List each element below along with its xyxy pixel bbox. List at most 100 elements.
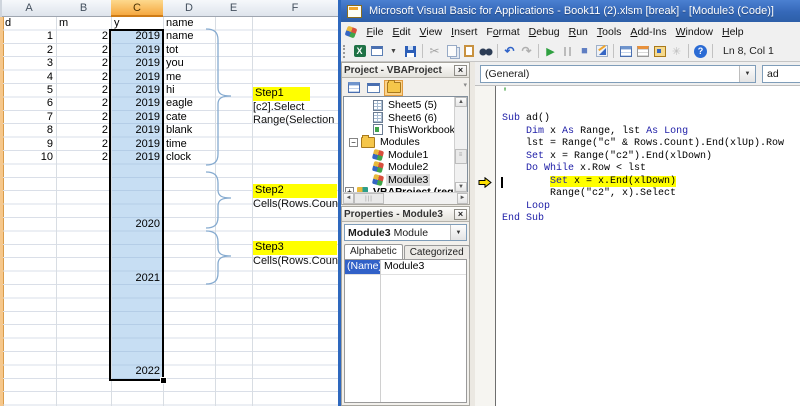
reset-icon[interactable]: ■ [577,43,593,59]
cell[interactable]: 2 [56,151,111,164]
panel-options-icon[interactable]: ▾ [463,81,467,89]
note-line[interactable]: Cells(Rows.Coun [253,198,338,211]
code-margin-indicator-bar[interactable] [475,86,496,406]
object-browser-icon[interactable] [652,43,668,59]
cell[interactable]: 2 [56,97,111,110]
column-header-b[interactable]: B [56,0,112,17]
cell[interactable]: m [56,17,111,30]
note-title[interactable]: Step1 [253,87,310,101]
cell[interactable]: 2 [56,84,111,97]
scroll-right-icon[interactable] [457,193,468,204]
design-mode-icon[interactable] [594,43,610,59]
column-header-c[interactable]: C [111,0,164,17]
tree-item-sheet5-5-[interactable]: Sheet5 (5) [373,99,439,111]
menu-file[interactable]: File [362,24,388,40]
cell[interactable]: 2 [56,111,111,124]
cell[interactable]: d [2,17,56,30]
cell[interactable]: 2 [56,124,111,137]
column-header-f[interactable]: F [252,0,339,17]
view-excel-icon[interactable]: X [352,43,368,59]
properties-object-combo[interactable]: Module3 Module [344,224,467,241]
tree-item-modules[interactable]: Modules [349,136,422,148]
cell[interactable]: 2 [2,44,56,57]
tree-item-sheet6-6-[interactable]: Sheet6 (6) [373,111,439,123]
procedure-dropdown[interactable]: ad [762,65,800,83]
view-object-button[interactable] [364,80,383,96]
tree-horizontal-scrollbar[interactable]: ||| [343,192,468,204]
property-value-cell[interactable]: Module3 [381,260,466,274]
note-title[interactable]: Step2 [253,184,337,198]
menu-insert[interactable]: Insert [447,24,482,40]
menu-run[interactable]: Run [564,24,592,40]
tree-item-module2[interactable]: Module2 [373,161,430,173]
undo-icon[interactable]: ↶ [502,43,518,59]
code-line[interactable]: Do While x.Row < lst [502,163,646,176]
tree-vertical-scrollbar[interactable]: ≡ [454,97,467,192]
cell[interactable]: 2 [56,44,111,57]
menu-format[interactable]: Format [482,24,524,40]
note-line[interactable]: Range(Selection [253,114,334,127]
grid-divider[interactable] [380,260,381,402]
menu-debug[interactable]: Debug [524,24,564,40]
cell[interactable]: 3 [2,57,56,70]
code-line[interactable]: lst = Range("c" & Rows.Count).End(xlUp).… [502,138,784,151]
cell[interactable]: 10 [2,151,56,164]
code-line[interactable]: End Sub [502,213,544,226]
view-code-button[interactable] [344,80,363,96]
menu-window[interactable]: Window [671,24,717,40]
toolbar-grip[interactable] [343,45,348,58]
scrollbar-thumb[interactable]: ≡ [455,149,467,164]
menu-help[interactable]: Help [717,24,748,40]
cell[interactable]: 6 [2,97,56,110]
cell[interactable]: 2 [56,30,111,43]
menu-edit[interactable]: Edit [388,24,415,40]
properties-window-icon[interactable] [635,43,651,59]
close-icon[interactable] [454,65,467,76]
code-line[interactable]: Sub ad() [502,113,550,126]
toggle-folders-button[interactable] [384,80,403,96]
scroll-down-icon[interactable] [455,182,467,192]
close-icon[interactable] [454,209,467,220]
userform-dropdown-icon[interactable]: ▼ [386,43,402,59]
tree-item-thisworkbook[interactable]: ThisWorkbook [373,124,457,136]
column-header-d[interactable]: D [163,0,216,17]
column-header-a[interactable]: A [2,0,57,17]
run-icon[interactable]: ▶ [543,43,559,59]
menu-tools[interactable]: Tools [592,24,626,40]
cell[interactable]: 7 [2,111,56,124]
tab-categorized[interactable]: Categorized [404,245,470,259]
code-line[interactable]: Loop [502,201,550,214]
insert-userform-icon[interactable] [369,43,385,59]
find-icon[interactable] [478,43,494,59]
excel-fill-handle[interactable] [160,377,167,384]
cell[interactable]: 9 [2,138,56,151]
minus-expander-icon[interactable] [349,138,358,147]
project-panel-header[interactable]: Project - VBAProject [342,63,469,78]
cell[interactable]: 2 [56,138,111,151]
paste-icon[interactable] [461,43,477,59]
code-line[interactable]: ' [502,88,508,101]
tab-alphabetic[interactable]: Alphabetic [344,244,403,259]
chevron-down-icon[interactable] [739,66,755,82]
code-line[interactable]: Range("c2", x).Select [502,188,676,201]
save-icon[interactable] [403,43,419,59]
code-line[interactable]: Set x = x.End(xlDown) [502,176,676,189]
note-line[interactable]: Cells(Rows.Coun [253,255,338,268]
cell[interactable]: 2 [56,57,111,70]
note-line[interactable]: [c2].Select [253,101,304,114]
property-name-cell[interactable]: (Name) [345,260,380,274]
scrollbar-thumb[interactable]: ||| [354,193,384,204]
help-icon[interactable]: ? [693,43,709,59]
cell[interactable]: 5 [2,84,56,97]
code-line[interactable]: Dim x As Range, lst As Long [502,126,688,139]
code-editor[interactable]: ' Sub ad() Dim x As Range, lst As Long ls… [496,86,800,406]
note-title[interactable]: Step3 [253,241,337,255]
column-header-e[interactable]: E [215,0,253,17]
menu-addins[interactable]: Add-Ins [626,24,671,40]
scroll-left-icon[interactable] [343,193,354,204]
chevron-down-icon[interactable] [450,225,466,240]
cell[interactable]: 8 [2,124,56,137]
code-line[interactable]: Set x = Range("c2").End(xlDown) [502,151,712,164]
object-dropdown[interactable]: (General) [480,65,756,83]
menu-view[interactable]: View [415,24,447,40]
